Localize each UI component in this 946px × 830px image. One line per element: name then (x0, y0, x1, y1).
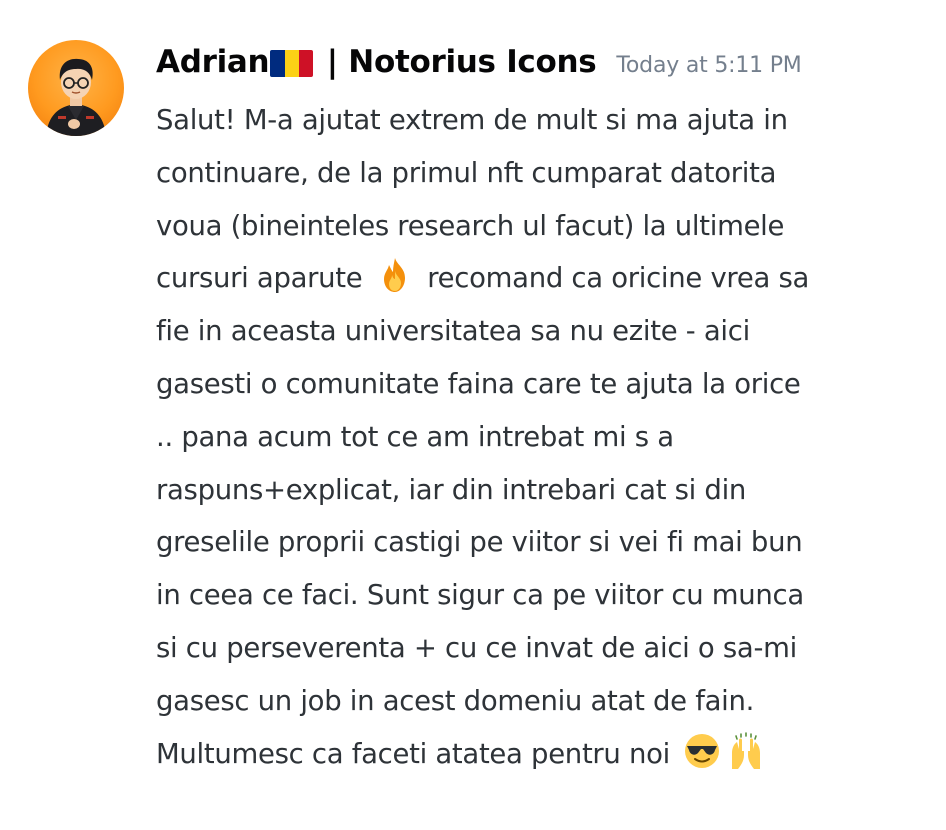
message-line: greselile proprii castigi pe viitor si v… (156, 526, 803, 559)
message-line: si cu perseverenta + cu ce invat de aici… (156, 631, 797, 664)
username-suffix: | Notorius Icons (316, 44, 597, 80)
avatar-illustration-icon (46, 58, 106, 136)
fire-emoji-icon (375, 255, 415, 295)
message-line: .. pana acum tot ce am intrebat mi s a (156, 420, 674, 453)
message-line-text: Multumesc ca faceti atatea pentru noi (156, 737, 679, 770)
romania-flag-icon (270, 50, 314, 77)
username[interactable]: Adrian | Notorius Icons (156, 44, 597, 80)
username-prefix: Adrian (156, 44, 270, 80)
message-line: voua (bineinteles research ul facut) la … (156, 209, 785, 242)
user-avatar[interactable] (28, 40, 124, 136)
chat-message: Adrian | Notorius Icons Today at 5:11 PM… (0, 0, 946, 830)
message-line: cursuri aparute recomand ca oricine vrea… (156, 252, 936, 305)
message-line-text: recomand ca oricine vrea sa (418, 262, 810, 295)
message-line: Multumesc ca faceti atatea pentru noi (156, 728, 936, 781)
message-line: Salut! M-a ajutat extrem de mult si ma a… (156, 104, 788, 136)
raising-hands-emoji-icon (726, 731, 766, 771)
message-line: gasesti o comunitate faina care te ajuta… (156, 367, 801, 400)
message-content: Salut! M-a ajutat extrem de mult si ma a… (156, 94, 936, 780)
message-header: Adrian | Notorius Icons Today at 5:11 PM (156, 44, 802, 90)
message-timestamp: Today at 5:11 PM (616, 53, 802, 78)
message-line: continuare, de la primul nft cumparat da… (156, 156, 777, 189)
message-line: raspuns+explicat, iar din intrebari cat … (156, 473, 747, 506)
message-line: fie in aceasta universitatea sa nu ezite… (156, 315, 750, 348)
sunglasses-emoji-icon (682, 731, 722, 771)
message-line-text: cursuri aparute (156, 262, 371, 295)
message-line: gasesc un job in acest domeniu atat de f… (156, 684, 755, 717)
message-line: in ceea ce faci. Sunt sigur ca pe viitor… (156, 579, 804, 612)
